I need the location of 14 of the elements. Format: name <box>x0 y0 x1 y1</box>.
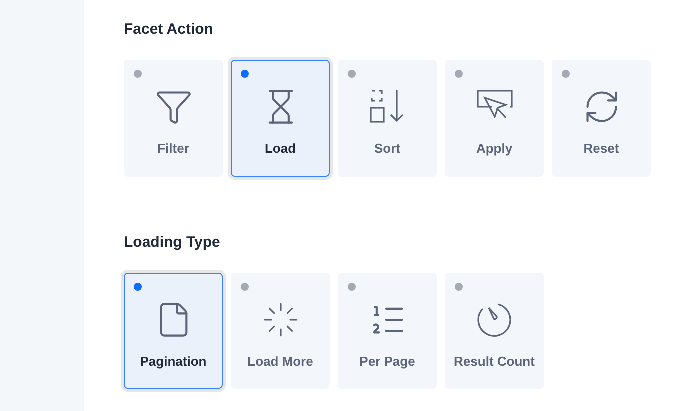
option-card[interactable]: Load More <box>231 273 330 389</box>
option-card[interactable]: Per Page <box>338 273 437 389</box>
spinner-icon <box>262 301 300 339</box>
sort-icon <box>368 88 406 126</box>
option-card[interactable]: Reset <box>552 60 651 177</box>
gauge-icon <box>476 301 514 339</box>
option-card[interactable]: Apply <box>445 60 544 177</box>
option-card[interactable]: Pagination <box>124 273 223 389</box>
option-card[interactable]: Sort <box>338 60 437 177</box>
option-card[interactable]: Load <box>231 60 330 177</box>
option-card[interactable]: Filter <box>124 60 223 177</box>
section-title: Loading Type <box>124 233 222 253</box>
option-card[interactable]: Result Count <box>445 273 544 389</box>
section-title: Facet Action <box>124 20 214 40</box>
